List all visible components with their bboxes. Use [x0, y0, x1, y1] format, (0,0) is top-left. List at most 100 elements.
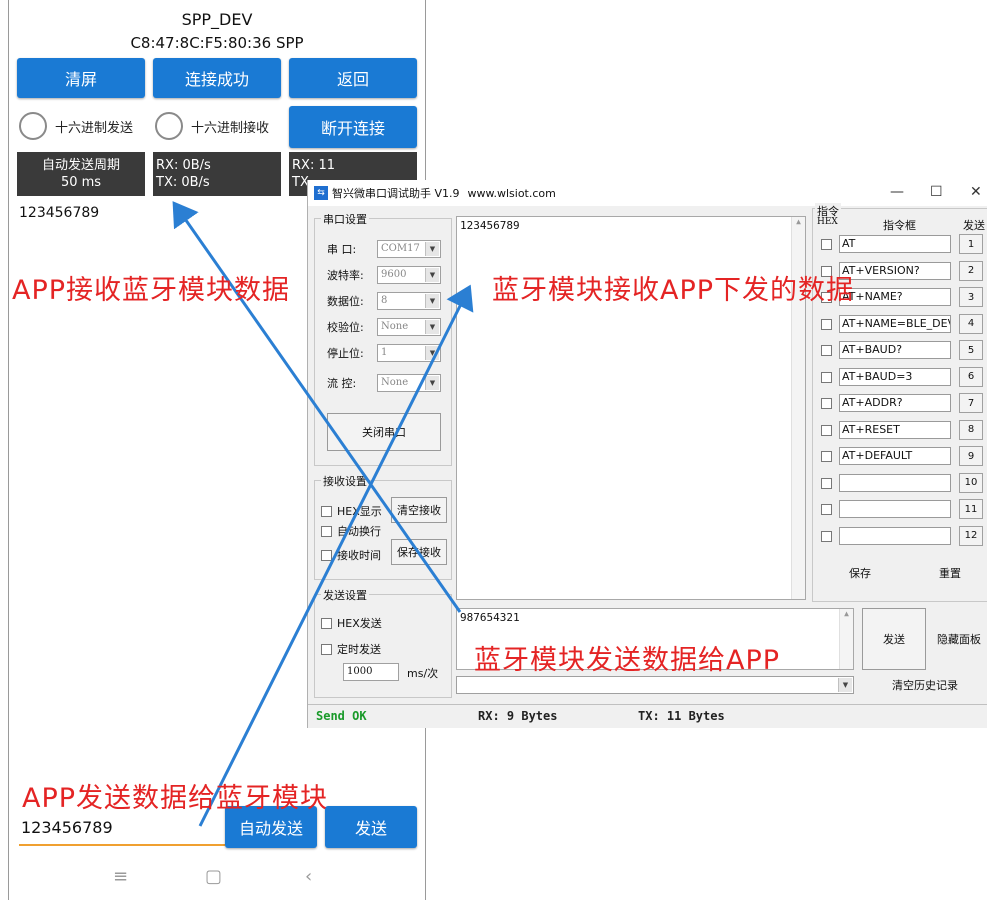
serial-settings-group: 串口设置 串 口: COM17 ▼ 波特率: 9600 ▼ 数据位: 8 ▼ 校验位:…	[314, 211, 452, 466]
command-hex-checkbox[interactable]	[821, 239, 832, 250]
hex-recv-radio[interactable]: 十六进制接收	[155, 112, 269, 140]
command-field[interactable]: AT+NAME=BLE_DEV	[839, 314, 951, 333]
hex-display-label: HEX显示	[337, 505, 382, 518]
command-send-button[interactable]: 12	[959, 525, 983, 546]
back-button[interactable]: 返回	[289, 58, 417, 98]
command-send-button[interactable]: 9	[959, 446, 983, 466]
port-value: COM17	[381, 243, 420, 254]
send-area-text: 987654321	[460, 611, 520, 624]
command-send-button[interactable]: 2	[959, 260, 983, 281]
command-hex-checkbox[interactable]	[821, 451, 832, 462]
command-field[interactable]: AT	[839, 235, 951, 253]
annotation-app-send: APP发送数据给蓝牙模块	[22, 783, 329, 814]
status-rx: RX: 9 Bytes	[478, 709, 558, 723]
auto-newline-checkbox[interactable]: 自动换行	[321, 523, 381, 539]
rx-count: RX: 11	[292, 158, 335, 173]
command-hex-checkbox[interactable]	[821, 371, 832, 383]
history-select[interactable]: ▼	[456, 676, 854, 694]
command-send-button[interactable]: 8	[959, 419, 983, 440]
command-send-button[interactable]: 7	[959, 393, 983, 413]
databits-select[interactable]: 8 ▼	[377, 292, 441, 310]
command-hex-checkbox[interactable]	[821, 504, 832, 515]
hex-send-radio[interactable]: 十六进制发送	[19, 112, 133, 140]
flow-value: None	[381, 377, 409, 388]
command-hex-checkbox[interactable]	[821, 530, 832, 542]
clear-history-button[interactable]: 清空历史记录	[862, 674, 987, 696]
nav-back-icon[interactable]: ‹	[305, 866, 312, 887]
chevron-down-icon: ▼	[425, 320, 439, 334]
hex-recv-label: 十六进制接收	[191, 120, 270, 136]
command-save-button[interactable]: 保存	[849, 565, 871, 581]
checkbox-icon	[321, 549, 332, 561]
command-field[interactable]: AT+BAUD=3	[839, 367, 951, 386]
maximize-icon[interactable]: ☐	[930, 184, 943, 200]
command-send-button[interactable]: 4	[959, 313, 983, 334]
nav-home-icon[interactable]: ▢	[205, 866, 222, 887]
stopbits-select[interactable]: 1 ▼	[377, 344, 441, 362]
clear-screen-button[interactable]: 清屏	[17, 58, 145, 98]
minimize-icon[interactable]: —	[890, 184, 904, 200]
window-title: 智兴微串口调试助手 V1.9	[332, 187, 460, 200]
hex-display-checkbox[interactable]: HEX显示	[321, 503, 382, 519]
annotation-app-receive: APP接收蓝牙模块数据	[12, 275, 291, 306]
command-send-button[interactable]: 6	[959, 366, 983, 387]
hex-col-header: HEX	[817, 217, 838, 227]
annotation-module-send: 蓝牙模块发送数据给APP	[474, 645, 781, 676]
command-hex-checkbox[interactable]	[821, 477, 832, 489]
command-field[interactable]: AT+DEFAULT	[839, 447, 951, 465]
tx-rate: TX: 0B/s	[156, 175, 210, 190]
annotation-module-receive: 蓝牙模块接收APP下发的数据	[492, 275, 855, 306]
timed-send-checkbox[interactable]: 定时发送	[321, 641, 381, 657]
command-send-button[interactable]: 1	[959, 234, 983, 254]
command-field[interactable]	[839, 526, 951, 545]
command-hex-checkbox[interactable]	[821, 345, 832, 356]
databits-value: 8	[381, 295, 388, 306]
receive-area-text: 123456789	[460, 219, 520, 232]
flow-select[interactable]: None ▼	[377, 374, 441, 392]
nav-menu-icon[interactable]: ≡	[113, 866, 128, 887]
send-scrollbar[interactable]: ▲	[839, 609, 853, 669]
clear-recv-button[interactable]: 清空接收	[391, 497, 447, 523]
command-send-button[interactable]: 3	[959, 287, 983, 307]
hide-panel-button[interactable]: 隐藏面板	[930, 608, 987, 670]
close-port-button[interactable]: 关闭串口	[327, 413, 441, 451]
window-url: www.wlsiot.com	[467, 186, 556, 200]
command-hex-checkbox[interactable]	[821, 318, 832, 330]
command-field[interactable]: AT+NAME?	[839, 288, 951, 306]
serial-send-button[interactable]: 发送	[862, 608, 926, 670]
command-send-button[interactable]: 10	[959, 472, 983, 493]
command-field[interactable]: AT+BAUD?	[839, 341, 951, 359]
command-send-button[interactable]: 5	[959, 340, 983, 360]
command-field[interactable]: AT+ADDR?	[839, 394, 951, 412]
parity-select[interactable]: None ▼	[377, 318, 441, 336]
command-hex-checkbox[interactable]	[821, 398, 832, 409]
command-field[interactable]: AT+RESET	[839, 420, 951, 439]
checkbox-icon	[321, 643, 332, 655]
recv-settings-title: 接收设置	[321, 473, 369, 489]
rate-box: RX: 0B/s TX: 0B/s	[153, 152, 281, 196]
command-field[interactable]	[839, 500, 951, 518]
interval-input[interactable]: 1000	[343, 663, 399, 681]
disconnect-button[interactable]: 断开连接	[289, 106, 417, 148]
title-bar: ⇆ 智兴微串口调试助手 V1.9 www.wlsiot.com — ☐ ✕	[308, 180, 987, 206]
baud-select[interactable]: 9600 ▼	[377, 266, 441, 284]
close-icon[interactable]: ✕	[970, 184, 982, 200]
timed-send-label: 定时发送	[337, 643, 381, 656]
send-button[interactable]: 发送	[325, 806, 417, 848]
command-field[interactable]	[839, 473, 951, 492]
auto-send-period-value: 50 ms	[60, 175, 102, 190]
send-input[interactable]: 123456789	[19, 816, 225, 846]
command-reset-button[interactable]: 重置	[939, 565, 961, 581]
port-select[interactable]: COM17 ▼	[377, 240, 441, 258]
status-state: Send OK	[316, 709, 367, 723]
connected-status-button[interactable]: 连接成功	[153, 58, 281, 98]
command-hex-checkbox[interactable]	[821, 424, 832, 436]
command-field[interactable]: AT+VERSION?	[839, 261, 951, 280]
auto-send-period-box[interactable]: 自动发送周期 50 ms	[17, 152, 145, 196]
stopbits-value: 1	[381, 347, 388, 358]
hex-send-checkbox[interactable]: HEX发送	[321, 615, 382, 631]
serial-settings-title: 串口设置	[321, 211, 369, 227]
recv-time-checkbox[interactable]: 接收时间	[321, 547, 381, 563]
save-recv-button[interactable]: 保存接收	[391, 539, 447, 565]
command-send-button[interactable]: 11	[959, 499, 983, 519]
